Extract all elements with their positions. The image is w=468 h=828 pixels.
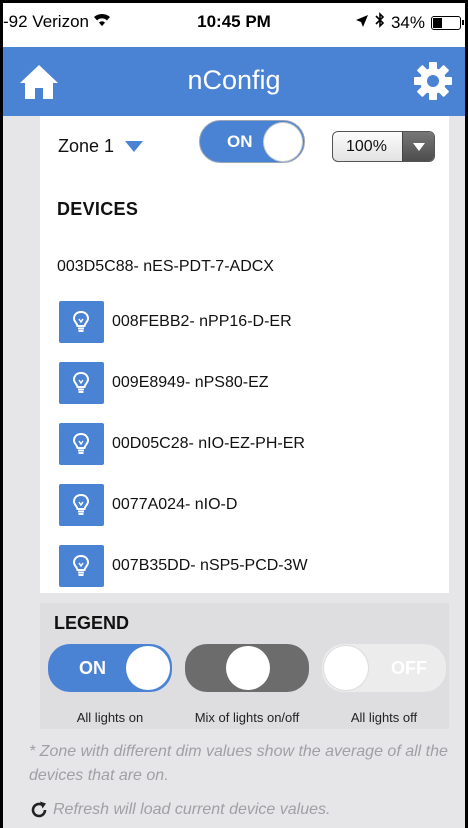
device-row: 00D05C28- nIO-EZ-PH-ER	[57, 423, 449, 469]
device-name: 009E8949- nPS80-EZ	[112, 374, 269, 391]
dropdown-arrow-icon	[402, 132, 434, 161]
location-arrow-icon	[355, 13, 369, 33]
status-right: 34%	[355, 12, 464, 33]
battery-percent: 34%	[390, 12, 425, 32]
device-row: 009E8949- nPS80-EZ	[57, 362, 449, 408]
page-title: nConfig	[187, 65, 281, 95]
legend-mix-toggle	[185, 644, 309, 692]
bulb-button[interactable]	[59, 545, 104, 587]
legend-caption-off: All lights off	[350, 710, 418, 725]
legend-on-toggle: ON	[48, 644, 172, 692]
master-device-label: 003D5C88- nES-PDT-7-ADCX	[57, 258, 274, 275]
lightbulb-icon	[72, 371, 90, 393]
bulb-button[interactable]	[59, 362, 104, 404]
refresh-note[interactable]: Refresh will load current device values.	[29, 800, 330, 820]
bulb-button[interactable]	[59, 301, 104, 343]
lightbulb-icon	[72, 554, 90, 576]
refresh-icon[interactable]	[29, 800, 49, 820]
bulb-button[interactable]	[59, 484, 104, 526]
device-name: 00D05C28- nIO-EZ-PH-ER	[112, 435, 305, 452]
device-row: 007B35DD- nSP5-PCD-3W	[57, 545, 449, 591]
legend-off-label: OFF	[391, 658, 427, 678]
battery-fill	[433, 17, 442, 28]
status-bar: -92 Verizon 10:45 PM 34%	[3, 3, 465, 47]
device-frame: -92 Verizon 10:45 PM 34% nConfig Zone 1 …	[0, 0, 468, 828]
zone-power-toggle[interactable]: ON	[199, 120, 305, 163]
bluetooth-icon	[375, 12, 385, 33]
legend-caption-mix: Mix of lights on/off	[194, 710, 300, 725]
legend-caption-on: All lights on	[76, 710, 144, 725]
bulb-button[interactable]	[59, 423, 104, 465]
dim-level-select[interactable]: 100%	[332, 131, 435, 162]
nav-bar: nConfig	[3, 47, 465, 116]
lightbulb-icon	[72, 432, 90, 454]
lightbulb-icon	[72, 493, 90, 515]
zone-panel: Zone 1 ON 100% DEVICES 003D5C88- nES-PDT…	[40, 116, 449, 593]
devices-heading: DEVICES	[57, 199, 139, 219]
device-name: 007B35DD- nSP5-PCD-3W	[112, 557, 308, 574]
toggle-knob	[264, 123, 302, 161]
device-row: 0077A024- nIO-D	[57, 484, 449, 530]
app-screen: -92 Verizon 10:45 PM 34% nConfig Zone 1 …	[3, 3, 465, 828]
toggle-knob	[126, 646, 170, 690]
battery-icon	[431, 15, 464, 30]
gear-icon[interactable]	[413, 61, 453, 101]
refresh-note-text: Refresh will load current device values.	[53, 801, 331, 818]
caret-down-icon[interactable]	[125, 141, 143, 152]
zone-header: Zone 1 ON 100%	[40, 116, 449, 178]
legend-on-label: ON	[79, 658, 106, 678]
legend-panel: LEGEND ON OFF All lights on Mix of light…	[40, 603, 449, 729]
legend-off-toggle: OFF	[322, 644, 446, 692]
lightbulb-icon	[72, 310, 90, 332]
toggle-knob	[324, 646, 368, 690]
toggle-label: ON	[227, 132, 253, 151]
device-name: 0077A024- nIO-D	[112, 496, 238, 513]
zone-selector-label[interactable]: Zone 1	[58, 136, 114, 157]
device-row: 008FEBB2- nPP16-D-ER	[57, 301, 449, 347]
dim-level-value: 100%	[346, 138, 387, 155]
dim-footnote: * Zone with different dim values show th…	[29, 743, 448, 784]
legend-title: LEGEND	[54, 613, 130, 633]
toggle-knob	[226, 646, 270, 690]
device-name: 008FEBB2- nPP16-D-ER	[112, 313, 292, 330]
